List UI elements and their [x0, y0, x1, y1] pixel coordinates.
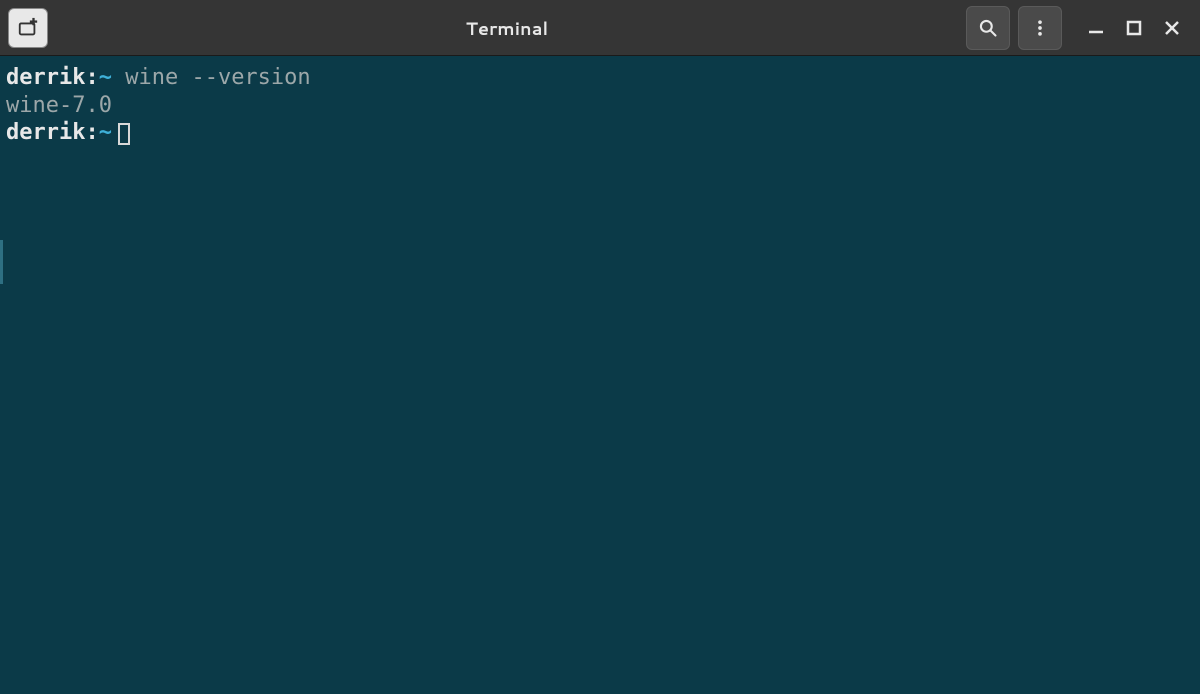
window-title: Terminal	[48, 15, 966, 41]
prompt-path: ~	[99, 65, 112, 90]
titlebar-right	[966, 6, 1192, 50]
search-button[interactable]	[966, 6, 1010, 50]
new-tab-button[interactable]	[8, 8, 48, 48]
minimize-button[interactable]	[1086, 18, 1106, 38]
cursor	[118, 123, 130, 145]
terminal-line: derrik:~ wine --version	[6, 64, 1194, 92]
prompt-user: derrik	[6, 120, 85, 145]
output-text: wine-7.0	[6, 93, 112, 118]
titlebar-left	[8, 8, 48, 48]
command-text: wine --version	[112, 65, 311, 90]
menu-button[interactable]	[1018, 6, 1062, 50]
prompt-user: derrik	[6, 65, 85, 90]
prompt-path: ~	[99, 120, 112, 145]
titlebar: Terminal	[0, 0, 1200, 56]
window-controls	[1086, 18, 1182, 38]
menu-dots-icon	[1030, 18, 1050, 38]
maximize-button[interactable]	[1124, 18, 1144, 38]
minimize-icon	[1087, 19, 1105, 37]
maximize-icon	[1126, 20, 1142, 36]
new-tab-icon	[17, 17, 39, 39]
search-icon	[978, 18, 998, 38]
prompt-colon: :	[85, 65, 98, 90]
close-icon	[1164, 20, 1180, 36]
prompt-colon: :	[85, 120, 98, 145]
accent-bar	[0, 240, 3, 284]
terminal-body[interactable]: derrik:~ wine --version wine-7.0 derrik:…	[0, 56, 1200, 155]
terminal-line: wine-7.0	[6, 92, 1194, 120]
terminal-line: derrik:~	[6, 119, 1194, 147]
close-button[interactable]	[1162, 18, 1182, 38]
